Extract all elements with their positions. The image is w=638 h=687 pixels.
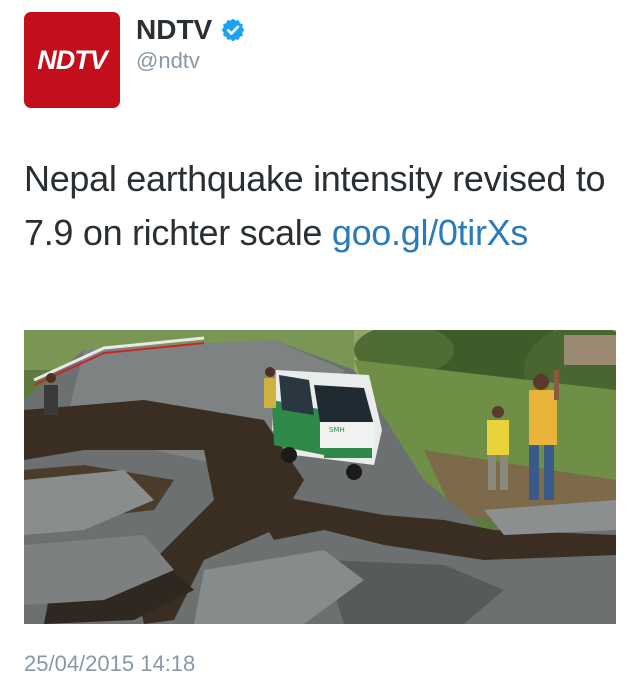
verified-badge-icon xyxy=(221,18,245,42)
account-handle[interactable]: @ndtv xyxy=(136,48,200,74)
tweet-link[interactable]: goo.gl/0tirXs xyxy=(332,212,529,253)
avatar[interactable]: NDTV xyxy=(24,12,120,108)
display-name[interactable]: NDTV xyxy=(136,14,246,46)
ndtv-logo: NDTV xyxy=(37,44,107,75)
tweet-text: Nepal earthquake intensity revised to 7.… xyxy=(24,152,624,260)
person-behind-van xyxy=(264,367,276,408)
tweet-timestamp[interactable]: 25/04/2015 14:18 xyxy=(24,651,195,677)
earthquake-photo: SMH xyxy=(24,330,616,624)
display-name-text: NDTV xyxy=(136,14,213,45)
van-label: SMH xyxy=(329,426,345,434)
tweet-photo[interactable]: SMH xyxy=(24,330,616,624)
